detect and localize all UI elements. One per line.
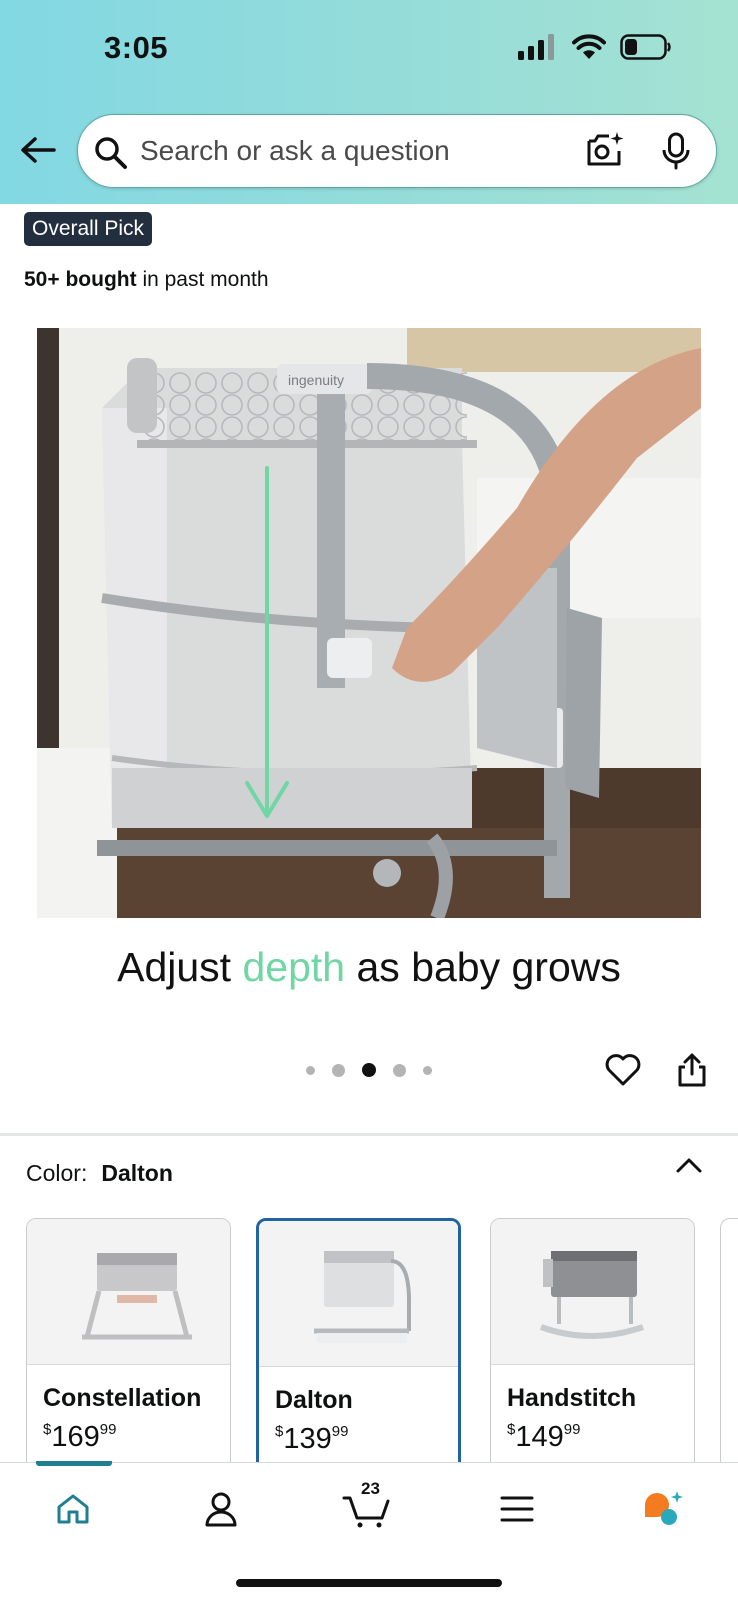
- section-divider: [0, 1133, 738, 1136]
- nav-home[interactable]: [38, 1479, 108, 1539]
- carousel-dot-active[interactable]: [362, 1063, 376, 1077]
- cellular-signal-icon: [518, 34, 554, 60]
- color-selected-value: Dalton: [101, 1160, 173, 1186]
- cart-count-badge: 23: [361, 1479, 380, 1498]
- color-option-thumbnail: [27, 1219, 230, 1365]
- color-option-partial[interactable]: [720, 1218, 738, 1488]
- caption-highlight: depth: [242, 944, 346, 990]
- rufus-icon: [645, 1491, 683, 1525]
- carousel-dot[interactable]: [423, 1065, 432, 1075]
- carousel-dot[interactable]: [393, 1063, 406, 1077]
- product-image[interactable]: ingenuity: [37, 328, 701, 918]
- color-option-price: $14999: [507, 1421, 581, 1453]
- image-brand-label: ingenuity: [288, 372, 344, 388]
- bassinet-photo: ingenuity: [37, 328, 701, 918]
- image-caption: Adjust depth as baby grows: [0, 944, 738, 991]
- color-option-price: $16999: [43, 1421, 117, 1453]
- menu-icon: [500, 1496, 534, 1522]
- bought-count: 50+ bought: [24, 268, 137, 291]
- nav-rufus[interactable]: [628, 1479, 698, 1539]
- color-option-name: Handstitch: [507, 1384, 637, 1412]
- microphone-icon[interactable]: [661, 132, 691, 170]
- status-icons: [518, 34, 672, 60]
- caption-suffix: as baby grows: [356, 944, 621, 990]
- bassinet-thumbnail: [539, 1251, 644, 1339]
- color-option-name: Constellation: [43, 1384, 202, 1412]
- nav-account[interactable]: [186, 1479, 256, 1539]
- heart-icon[interactable]: [604, 1053, 642, 1087]
- color-option-price: $13999: [275, 1423, 349, 1455]
- color-selector-header: Color: Dalton: [26, 1160, 173, 1187]
- bassinet-thumbnail: [314, 1251, 411, 1343]
- camera-search-icon[interactable]: [585, 131, 625, 169]
- account-icon: [205, 1492, 237, 1527]
- back-arrow-icon: [21, 137, 56, 163]
- bought-suffix: in past month: [142, 268, 269, 291]
- color-option-handstitch[interactable]: Handstitch $14999: [490, 1218, 695, 1488]
- status-time: 3:05: [104, 30, 169, 65]
- search-input[interactable]: [140, 125, 560, 177]
- search-icon: [95, 137, 127, 169]
- home-indicator-bar: [236, 1579, 502, 1587]
- color-option-constellation[interactable]: Constellation $16999: [26, 1218, 231, 1488]
- back-button[interactable]: [18, 130, 58, 170]
- share-icon[interactable]: [676, 1052, 708, 1088]
- chevron-up-icon[interactable]: [675, 1156, 703, 1174]
- nav-active-indicator: [36, 1461, 112, 1466]
- color-option-name: Dalton: [275, 1386, 353, 1414]
- battery-icon: [620, 34, 671, 60]
- nav-menu[interactable]: [482, 1479, 552, 1539]
- overall-pick-badge: Overall Pick: [24, 212, 153, 246]
- home-icon: [57, 1494, 89, 1524]
- bought-count-text: 50+ bought in past month: [24, 268, 269, 292]
- color-option-dalton[interactable]: Dalton $13999: [256, 1218, 461, 1488]
- bottom-navigation: 23: [0, 1461, 738, 1600]
- carousel-dot[interactable]: [306, 1065, 315, 1075]
- carousel-dot[interactable]: [332, 1063, 345, 1077]
- app-header: 3:05: [0, 0, 738, 204]
- search-bar[interactable]: [77, 114, 717, 188]
- carousel-dots[interactable]: [306, 1063, 432, 1077]
- caption-prefix: Adjust: [117, 944, 232, 990]
- wifi-icon: [572, 34, 606, 59]
- color-label: Color:: [26, 1160, 88, 1186]
- color-option-thumbnail: [259, 1221, 458, 1367]
- color-option-thumbnail: [491, 1219, 694, 1365]
- bassinet-thumbnail: [82, 1253, 192, 1340]
